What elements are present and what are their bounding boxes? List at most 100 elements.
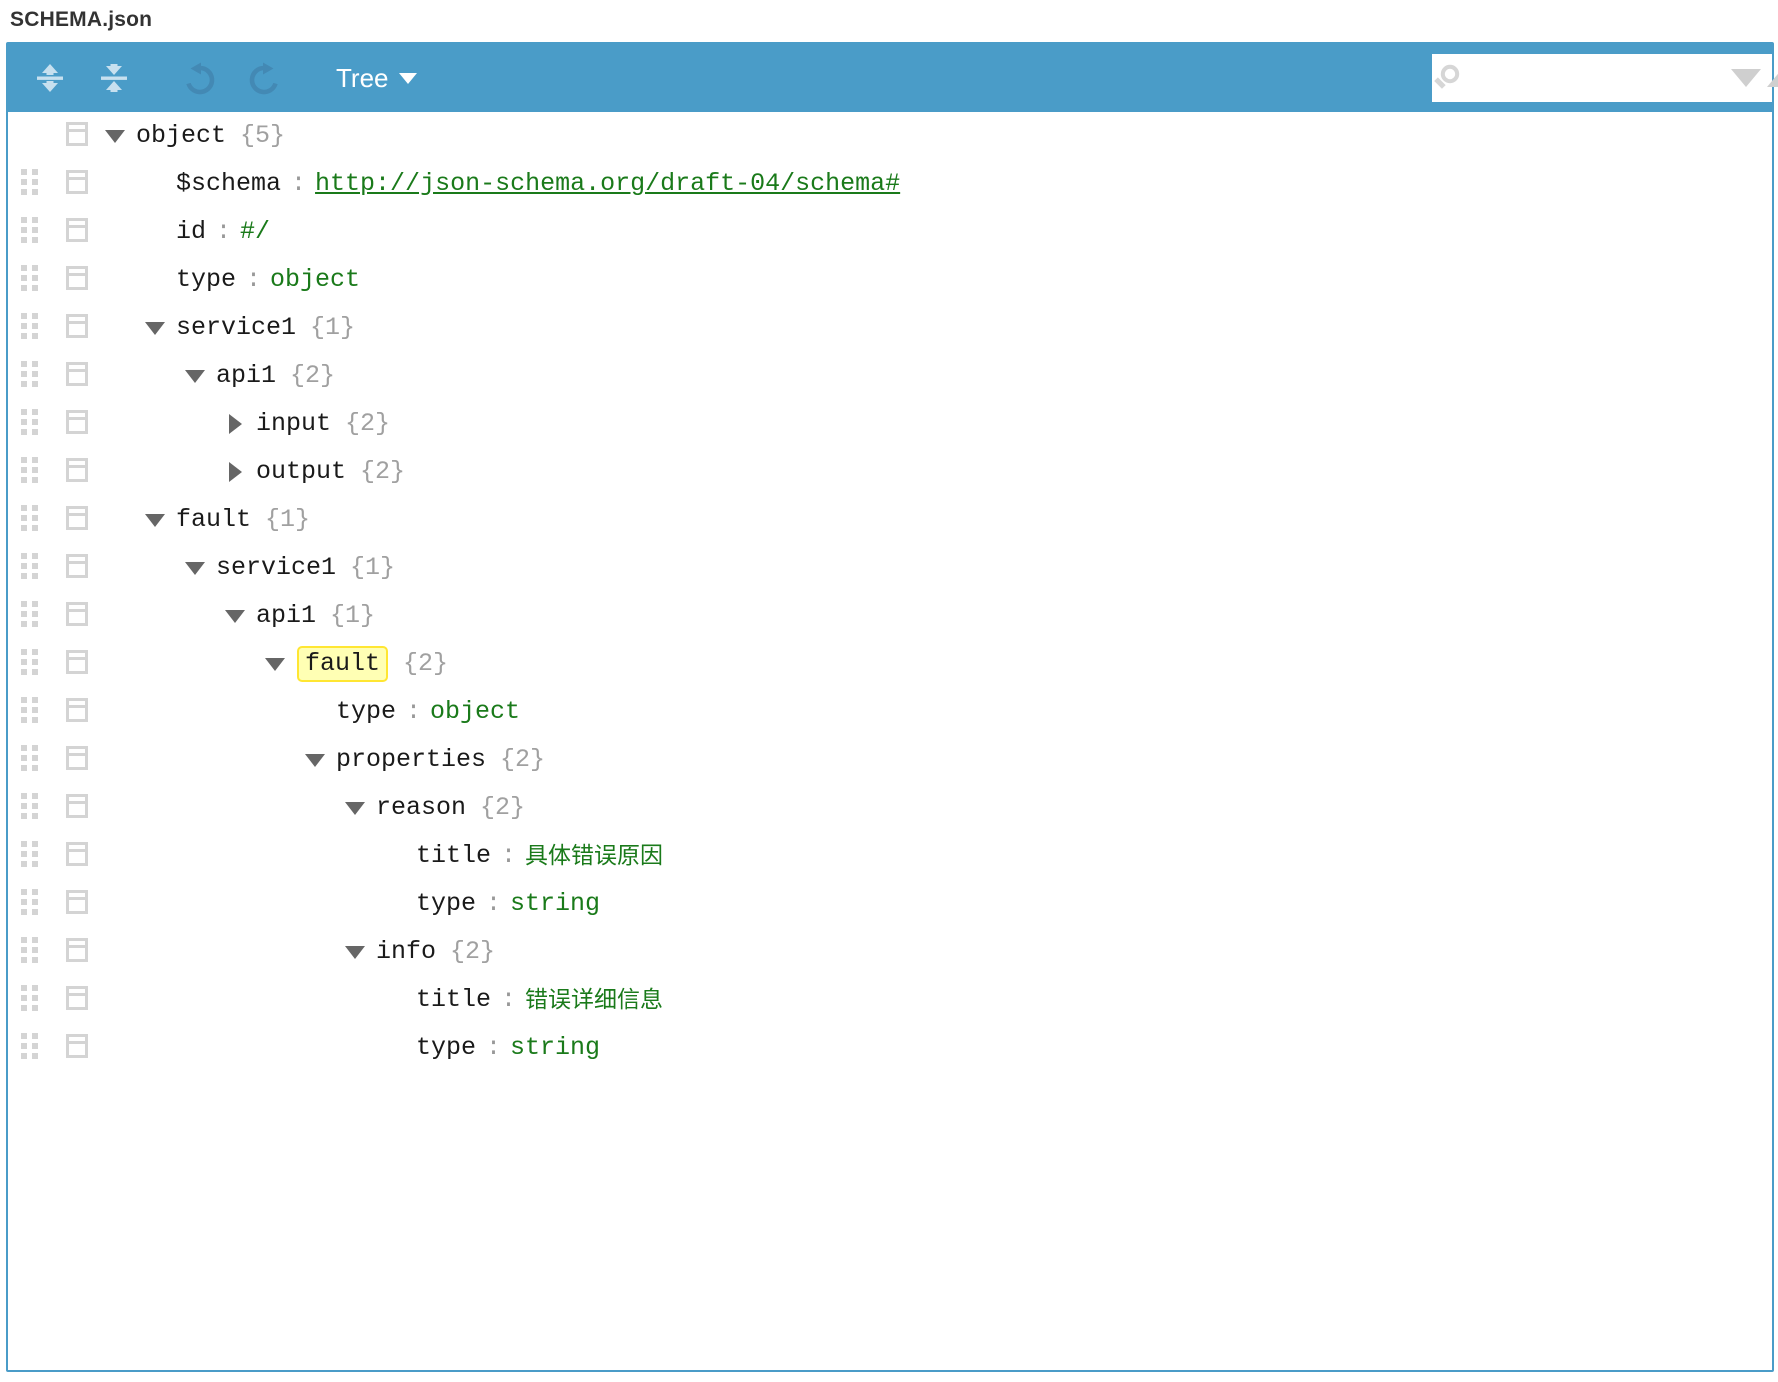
row-menu-icon[interactable] xyxy=(66,841,88,866)
drag-handle-icon[interactable] xyxy=(21,840,41,867)
field-name[interactable]: api1 xyxy=(256,601,316,631)
field-value[interactable]: #/ xyxy=(240,217,270,247)
field-value[interactable]: 具体错误原因 xyxy=(525,841,663,871)
row-menu-icon[interactable] xyxy=(66,697,88,722)
expander-expanded-icon[interactable] xyxy=(140,513,170,527)
row-menu-icon[interactable] xyxy=(66,313,88,338)
field-name-highlighted[interactable]: fault xyxy=(297,646,389,682)
tree-row[interactable]: output {2} xyxy=(8,448,1772,496)
row-menu-icon[interactable] xyxy=(66,649,88,674)
tree-row[interactable]: type: string xyxy=(8,1024,1772,1072)
tree-row[interactable]: object {5} xyxy=(8,112,1772,160)
row-menu-icon[interactable] xyxy=(66,217,88,242)
row-menu-icon[interactable] xyxy=(66,937,88,962)
expander-expanded-icon[interactable] xyxy=(220,609,250,623)
field-name[interactable]: object xyxy=(136,121,226,151)
row-menu-icon[interactable] xyxy=(66,745,88,770)
expander-expanded-icon[interactable] xyxy=(300,753,330,767)
drag-handle-icon[interactable] xyxy=(21,744,41,771)
field-name[interactable]: reason xyxy=(376,793,466,823)
field-value[interactable]: 错误详细信息 xyxy=(525,985,663,1015)
tree-row[interactable]: $schema: http://json-schema.org/draft-04/… xyxy=(8,160,1772,208)
drag-handle-icon[interactable] xyxy=(21,648,41,675)
drag-handle-icon[interactable] xyxy=(21,936,41,963)
tree-row[interactable]: input {2} xyxy=(8,400,1772,448)
field-name[interactable]: info xyxy=(376,937,436,967)
row-menu-icon[interactable] xyxy=(66,601,88,626)
field-name[interactable]: type xyxy=(176,265,236,295)
drag-handle-icon[interactable] xyxy=(21,264,41,291)
field-name[interactable]: service1 xyxy=(176,313,296,343)
redo-button[interactable] xyxy=(236,50,292,106)
field-name[interactable]: api1 xyxy=(216,361,276,391)
expand-all-button[interactable] xyxy=(22,50,78,106)
field-name[interactable]: id xyxy=(176,217,206,247)
row-menu-icon[interactable] xyxy=(66,889,88,914)
row-menu-icon[interactable] xyxy=(66,361,88,386)
row-menu-icon[interactable] xyxy=(66,457,88,482)
search-input[interactable] xyxy=(1462,57,1731,99)
tree-row[interactable]: api1 {2} xyxy=(8,352,1772,400)
field-name[interactable]: properties xyxy=(336,745,486,775)
field-name[interactable]: $schema xyxy=(176,169,281,199)
drag-handle-icon[interactable] xyxy=(21,408,41,435)
tree-row[interactable]: service1 {1} xyxy=(8,304,1772,352)
drag-handle-icon[interactable] xyxy=(21,696,41,723)
drag-handle-icon[interactable] xyxy=(21,984,41,1011)
tree-row[interactable]: info {2} xyxy=(8,928,1772,976)
field-value-link[interactable]: http://json-schema.org/draft-04/schema# xyxy=(315,169,900,199)
drag-handle-icon[interactable] xyxy=(21,312,41,339)
expander-collapsed-icon[interactable] xyxy=(220,414,250,434)
mode-dropdown[interactable]: Tree xyxy=(330,59,423,98)
drag-handle-icon[interactable] xyxy=(21,792,41,819)
expander-expanded-icon[interactable] xyxy=(340,801,370,815)
row-menu-icon[interactable] xyxy=(66,1033,88,1058)
tree-row[interactable]: fault {2} xyxy=(8,640,1772,688)
row-menu-icon[interactable] xyxy=(66,121,88,146)
tree-row[interactable]: title: 错误详细信息 xyxy=(8,976,1772,1024)
row-menu-icon[interactable] xyxy=(66,553,88,578)
drag-handle-icon[interactable] xyxy=(21,552,41,579)
drag-handle-icon[interactable] xyxy=(21,456,41,483)
field-name[interactable]: type xyxy=(336,697,396,727)
field-name[interactable]: title xyxy=(416,841,491,871)
drag-handle-icon[interactable] xyxy=(21,600,41,627)
drag-handle-icon[interactable] xyxy=(21,216,41,243)
row-menu-icon[interactable] xyxy=(66,409,88,434)
row-menu-icon[interactable] xyxy=(66,793,88,818)
tree-row[interactable]: service1 {1} xyxy=(8,544,1772,592)
field-name[interactable]: output xyxy=(256,457,346,487)
row-menu-icon[interactable] xyxy=(66,169,88,194)
tree-row[interactable]: api1 {1} xyxy=(8,592,1772,640)
drag-handle-icon[interactable] xyxy=(21,504,41,531)
drag-handle-icon[interactable] xyxy=(21,360,41,387)
field-name[interactable]: input xyxy=(256,409,331,439)
expander-expanded-icon[interactable] xyxy=(260,657,290,671)
row-menu-icon[interactable] xyxy=(66,985,88,1010)
undo-button[interactable] xyxy=(172,50,228,106)
expander-expanded-icon[interactable] xyxy=(180,561,210,575)
tree-row[interactable]: reason {2} xyxy=(8,784,1772,832)
search-previous-icon[interactable] xyxy=(1767,69,1778,87)
field-name[interactable]: fault xyxy=(176,505,251,535)
field-name[interactable]: title xyxy=(416,985,491,1015)
drag-handle-icon[interactable] xyxy=(21,1032,41,1059)
row-menu-icon[interactable] xyxy=(66,265,88,290)
row-menu-icon[interactable] xyxy=(66,505,88,530)
field-value[interactable]: object xyxy=(270,265,360,295)
field-value[interactable]: object xyxy=(430,697,520,727)
field-name[interactable]: type xyxy=(416,1033,476,1063)
tree-row[interactable]: type: string xyxy=(8,880,1772,928)
tree-row[interactable]: type: object xyxy=(8,256,1772,304)
tree-row[interactable]: fault {1} xyxy=(8,496,1772,544)
expander-expanded-icon[interactable] xyxy=(100,129,130,143)
drag-handle-icon[interactable] xyxy=(21,888,41,915)
search-next-icon[interactable] xyxy=(1731,69,1761,87)
tree-row[interactable]: properties {2} xyxy=(8,736,1772,784)
collapse-all-button[interactable] xyxy=(86,50,142,106)
expander-collapsed-icon[interactable] xyxy=(220,462,250,482)
field-value[interactable]: string xyxy=(510,1033,600,1063)
expander-expanded-icon[interactable] xyxy=(140,321,170,335)
tree-row[interactable]: title: 具体错误原因 xyxy=(8,832,1772,880)
field-name[interactable]: type xyxy=(416,889,476,919)
